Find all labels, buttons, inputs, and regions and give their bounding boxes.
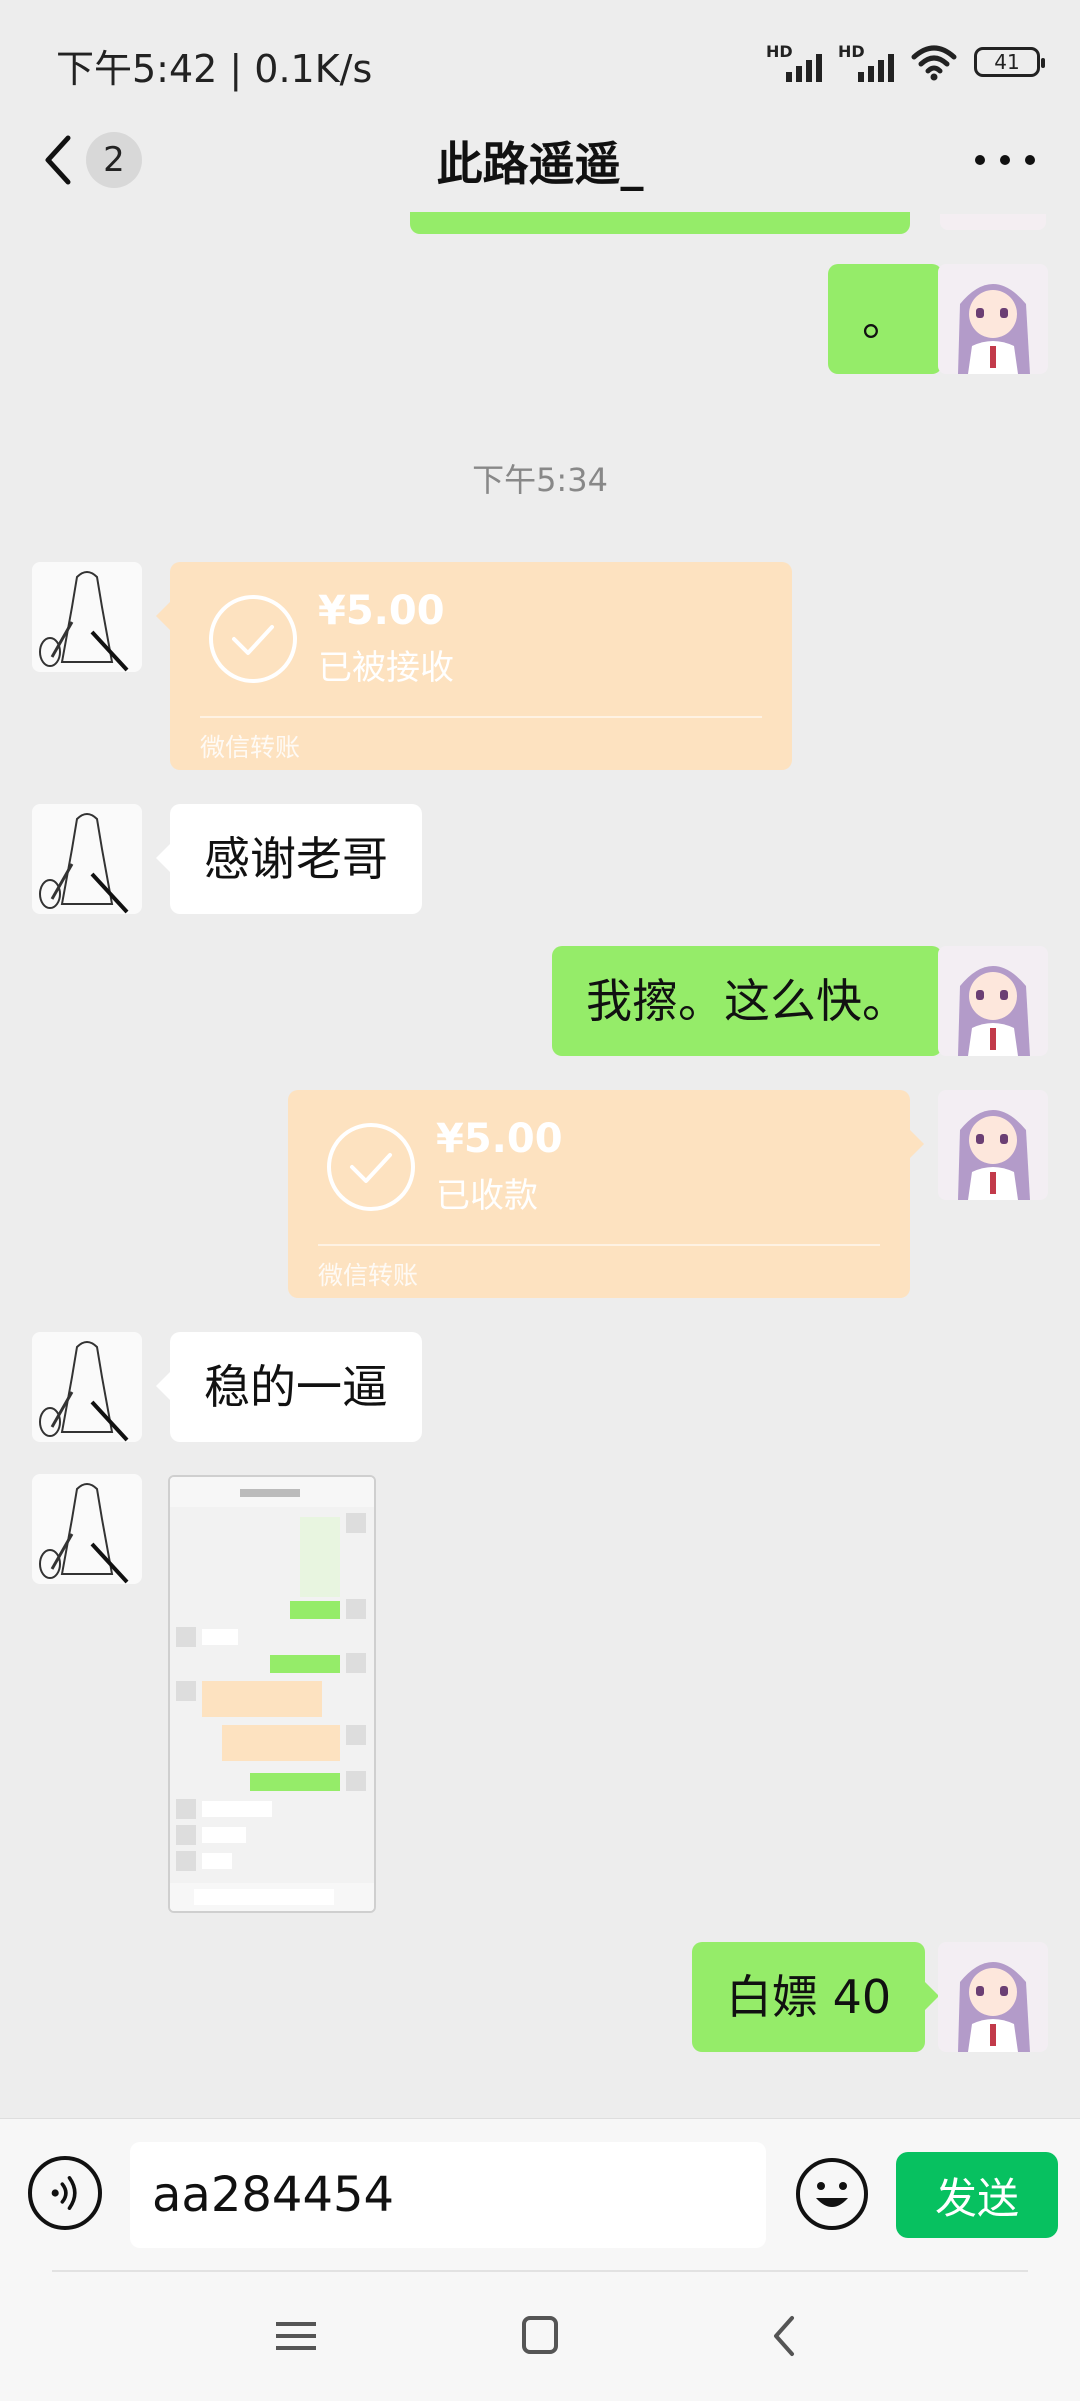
divider — [318, 1244, 880, 1246]
message-input[interactable] — [130, 2142, 766, 2248]
time-divider: 下午5:34 — [472, 461, 608, 499]
transfer-card-collected[interactable]: ¥5.00 已收款 微信转账 — [288, 1090, 924, 1298]
message-bubble-dot[interactable]: 。 — [828, 264, 956, 374]
my-avatar[interactable] — [938, 1942, 1048, 2052]
divider — [52, 2270, 1028, 2272]
emoji-button[interactable] — [794, 2156, 870, 2232]
voice-input-button[interactable] — [28, 2156, 102, 2230]
transfer-status: 已被接收 — [318, 648, 454, 688]
transfer-status: 已收款 — [436, 1176, 538, 1216]
contact-avatar[interactable] — [32, 1332, 142, 1442]
contact-avatar[interactable] — [32, 804, 142, 914]
back-nav-icon[interactable] — [744, 2304, 824, 2368]
battery-icon: 41 — [974, 47, 1045, 77]
home-icon[interactable] — [500, 2304, 580, 2368]
my-avatar-partial — [940, 214, 1046, 230]
transfer-amount: ¥5.00 — [318, 588, 445, 634]
previous-message-bubble-partial[interactable] — [410, 212, 910, 234]
check-circle-icon — [327, 1123, 415, 1211]
chat-title: 此路遥遥_ — [436, 137, 644, 191]
signal-icon-2: HD — [838, 42, 894, 82]
transfer-amount: ¥5.00 — [436, 1116, 563, 1162]
signal-icon: HD — [766, 42, 822, 82]
message-bubble-last[interactable]: 白嫖 40 — [692, 1942, 940, 2052]
my-avatar[interactable] — [938, 1090, 1048, 1200]
status-time-speed: 下午5:42 | 0.1K/s — [56, 47, 373, 91]
my-avatar[interactable] — [938, 264, 1048, 374]
message-bubble-steady[interactable]: 稳的一逼 — [156, 1332, 422, 1442]
transfer-brand: 微信转账 — [318, 1261, 419, 1290]
contact-avatar[interactable] — [32, 1474, 142, 1584]
divider — [200, 716, 762, 718]
send-button[interactable]: 发送 — [896, 2152, 1058, 2238]
my-avatar[interactable] — [938, 946, 1048, 1056]
message-bubble-thanks[interactable]: 感谢老哥 — [156, 804, 422, 914]
screenshot-image-message[interactable] — [168, 1475, 376, 1913]
menu-icon[interactable] — [256, 2304, 336, 2368]
wifi-icon — [911, 45, 957, 81]
transfer-card-received[interactable]: ¥5.00 已被接收 微信转账 — [156, 562, 792, 770]
message-bubble-reply-fast[interactable]: 我擦。这么快。 — [552, 946, 956, 1056]
check-circle-icon — [209, 595, 297, 683]
more-options-button[interactable] — [970, 140, 1040, 180]
transfer-brand: 微信转账 — [200, 733, 301, 762]
status-icons: HD HD 41 — [766, 40, 1045, 84]
contact-avatar[interactable] — [32, 562, 142, 672]
